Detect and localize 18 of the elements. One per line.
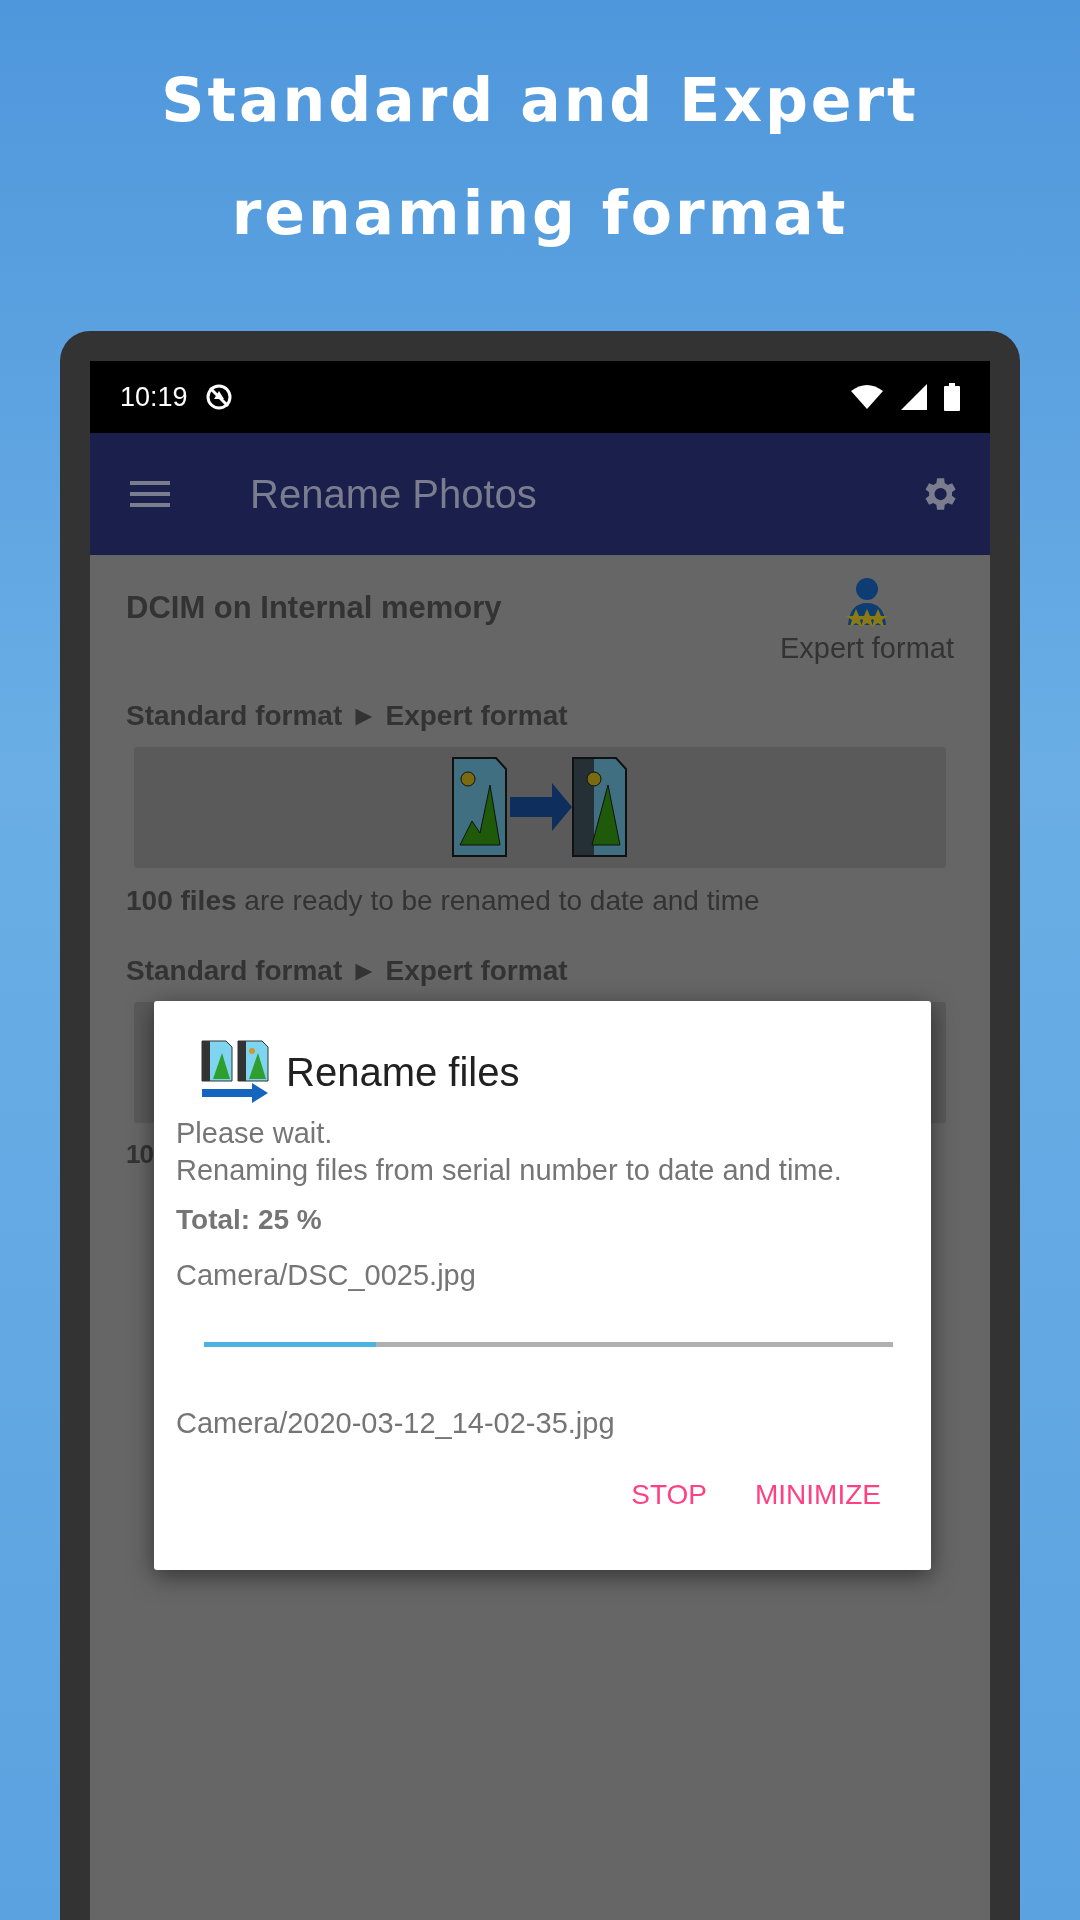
- wifi-icon: [850, 384, 884, 410]
- status-time: 10:19: [120, 380, 188, 414]
- headline: renaming format: [230, 177, 850, 250]
- menu-icon[interactable]: [130, 479, 170, 509]
- headline: Standard and Expert: [160, 64, 920, 137]
- dialog-message: Please wait.: [176, 1116, 334, 1151]
- total-percent: Total: 25 %: [176, 1203, 323, 1237]
- file-rename-icon: [452, 757, 628, 857]
- battery-icon: [944, 383, 960, 411]
- new-file-name: Camera/2020-03-12_14-02-35.jpg: [176, 1406, 616, 1441]
- dialog-message: Renaming files from serial number to date and time.: [176, 1153, 843, 1188]
- stop-button[interactable]: STOP: [619, 1466, 719, 1524]
- app-title: Rename Photos: [250, 471, 537, 518]
- current-file: Camera/DSC_0025.jpg: [176, 1258, 477, 1293]
- minimize-button[interactable]: MINIMIZE: [743, 1466, 893, 1524]
- signal-icon: [900, 383, 928, 411]
- dialog-title: Rename files: [286, 1049, 520, 1096]
- rename-files-icon: [200, 1039, 270, 1105]
